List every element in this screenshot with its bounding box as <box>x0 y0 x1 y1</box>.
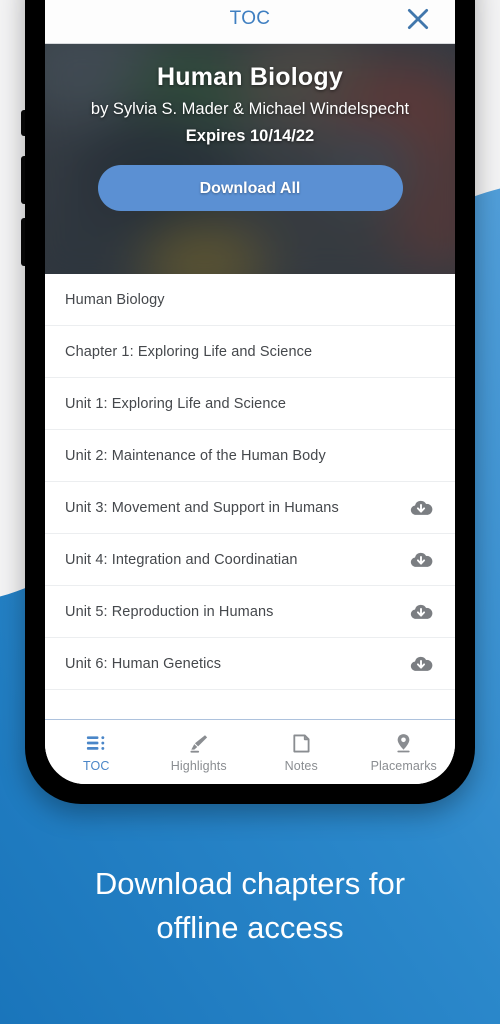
device-volume-up-button[interactable] <box>21 156 25 204</box>
toc-row[interactable]: Unit 6: Human Genetics <box>45 638 455 690</box>
cloud-download-icon[interactable] <box>409 602 433 622</box>
page-title: TOC <box>229 8 271 29</box>
book-authors: by Sylvia S. Mader & Michael Windelspech… <box>90 100 410 118</box>
tab-highlights[interactable]: Highlights <box>148 720 251 784</box>
tab-label: TOC <box>83 758 110 773</box>
toc-row[interactable]: Unit 2: Maintenance of the Human Body <box>45 430 455 482</box>
promo-caption: Download chapters for offline access <box>0 862 500 950</box>
toc-row-label: Unit 1: Exploring Life and Science <box>65 395 287 412</box>
cloud-download-icon[interactable] <box>409 498 433 518</box>
phone-device-frame: TOC Human Biology by Sylvia S. Mader & M… <box>21 0 475 804</box>
note-page-icon <box>290 732 313 755</box>
book-banner: Human Biology by Sylvia S. Mader & Micha… <box>45 44 455 274</box>
promo-caption-line-1: Download chapters for <box>94 866 406 901</box>
map-pin-icon <box>392 732 415 755</box>
toc-row-label: Unit 5: Reproduction in Humans <box>65 603 274 620</box>
device-mute-button[interactable] <box>21 110 25 136</box>
navigation-bar: TOC <box>45 0 455 44</box>
toc-row-label: Unit 3: Movement and Support in Humans <box>65 499 339 516</box>
download-all-button[interactable]: Download All <box>97 165 403 212</box>
toc-row-label: Chapter 1: Exploring Life and Science <box>65 343 313 360</box>
toc-row-empty <box>45 690 455 719</box>
close-icon[interactable] <box>405 6 431 32</box>
bottom-tab-bar: TOC Highlights Notes Placemarks <box>45 719 455 784</box>
list-icon <box>85 732 108 755</box>
toc-row-label: Unit 6: Human Genetics <box>65 655 222 672</box>
book-expiry-date: Expires 10/14/22 <box>185 127 315 146</box>
phone-screen: TOC Human Biology by Sylvia S. Mader & M… <box>45 0 455 784</box>
device-volume-down-button[interactable] <box>21 218 25 266</box>
book-title: Human Biology <box>157 63 343 91</box>
toc-row[interactable]: Unit 5: Reproduction in Humans <box>45 586 455 638</box>
tab-label: Notes <box>284 758 318 773</box>
toc-row-label: Human Biology <box>65 291 165 308</box>
promo-caption-line-2: offline access <box>156 910 344 946</box>
highlighter-icon <box>187 732 210 755</box>
tab-label: Highlights <box>170 758 227 773</box>
toc-row[interactable]: Chapter 1: Exploring Life and Science <box>45 326 455 378</box>
toc-row[interactable]: Human Biology <box>45 274 455 326</box>
cloud-download-icon[interactable] <box>409 550 433 570</box>
toc-row[interactable]: Unit 4: Integration and Coordinatian <box>45 534 455 586</box>
tab-notes[interactable]: Notes <box>250 720 353 784</box>
tab-placemarks[interactable]: Placemarks <box>353 720 456 784</box>
toc-row[interactable]: Unit 1: Exploring Life and Science <box>45 378 455 430</box>
tab-label: Placemarks <box>370 758 437 773</box>
banner-content: Human Biology by Sylvia S. Mader & Micha… <box>45 44 455 212</box>
toc-row[interactable]: Unit 3: Movement and Support in Humans <box>45 482 455 534</box>
toc-row-label: Unit 4: Integration and Coordinatian <box>65 551 298 568</box>
tab-toc[interactable]: TOC <box>45 720 148 784</box>
cloud-download-icon[interactable] <box>409 654 433 674</box>
table-of-contents-list[interactable]: Human Biology Chapter 1: Exploring Life a… <box>45 274 455 719</box>
toc-row-label: Unit 2: Maintenance of the Human Body <box>65 447 326 464</box>
